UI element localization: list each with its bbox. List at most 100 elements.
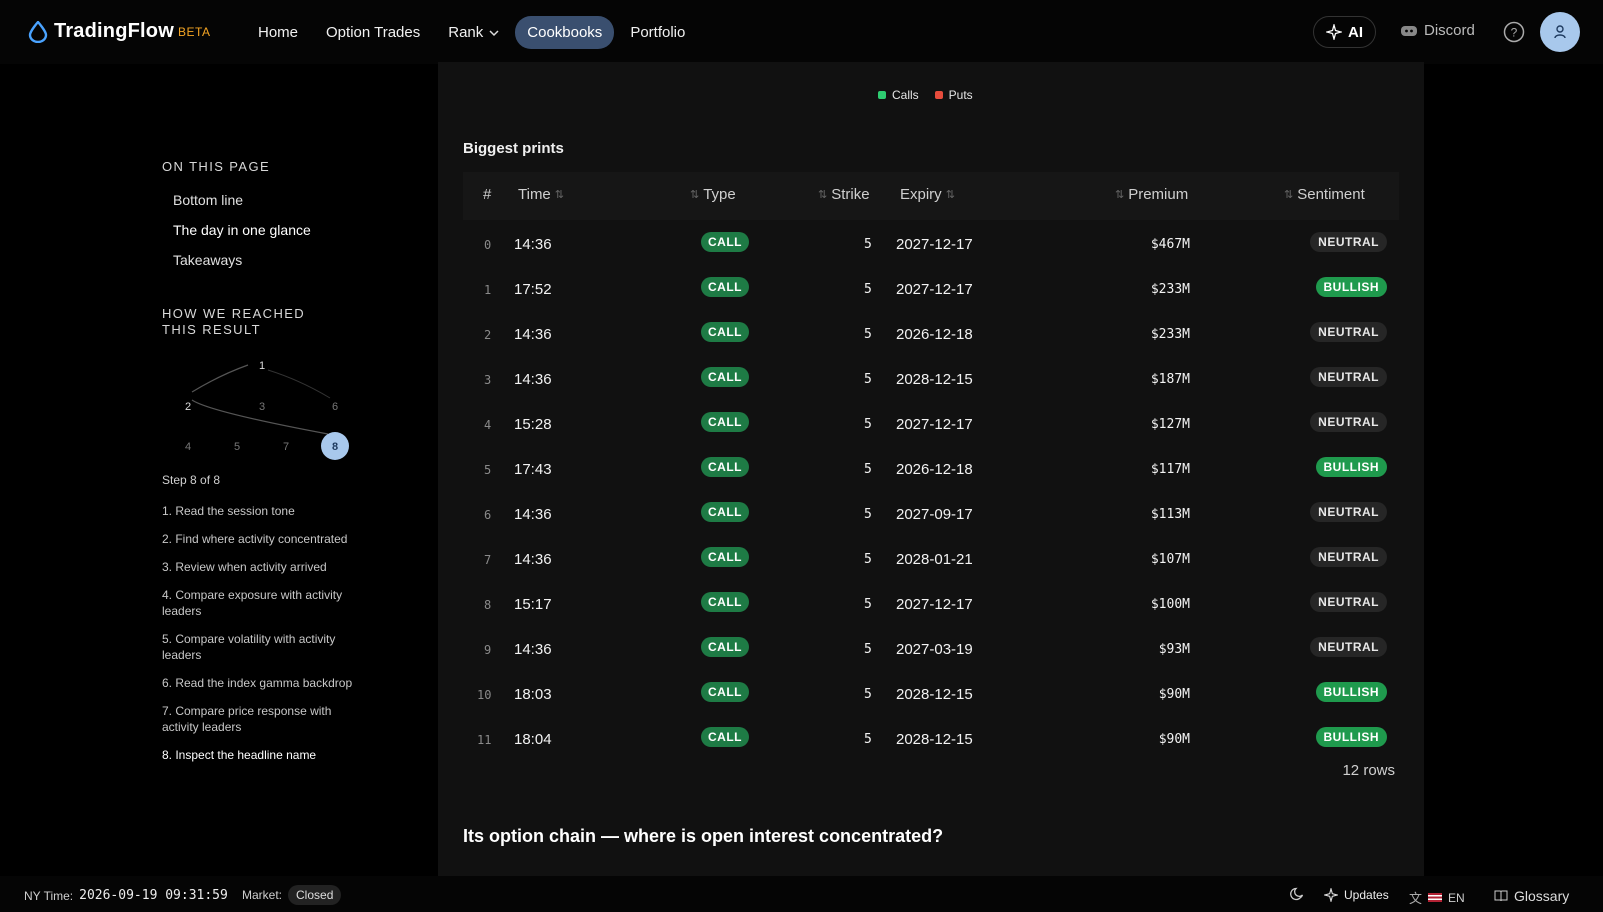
step-item[interactable]: 5. Compare volatility with activity lead…: [162, 631, 362, 663]
brand-name: TradingFlow: [54, 20, 174, 42]
updates-button[interactable]: Updates: [1324, 888, 1389, 902]
row-premium: $233M: [1150, 282, 1190, 297]
table-row[interactable]: 3 14:36 CALL 5 2028-12-15 $187M NEUTRAL: [463, 357, 1399, 402]
nav-home[interactable]: Home: [246, 16, 310, 49]
table-row[interactable]: 0 14:36 CALL 5 2027-12-17 $467M NEUTRAL: [463, 222, 1399, 267]
row-index: 10: [477, 688, 492, 702]
graph-node-5[interactable]: 5: [234, 441, 240, 453]
sentiment-badge: NEUTRAL: [1310, 502, 1387, 522]
col-header-type[interactable]: ⇅ Type: [690, 186, 736, 203]
market-status: Market: Closed: [242, 885, 342, 905]
table-header: # Time ⇅ ⇅ Type ⇅ Strike Expiry ⇅ ⇅ Premium ⇅…: [463, 172, 1399, 220]
row-premium: $100M: [1150, 597, 1190, 612]
user-avatar[interactable]: [1540, 12, 1580, 52]
glossary-button[interactable]: Glossary: [1494, 888, 1569, 904]
row-expiry: 2027-12-17: [896, 596, 973, 613]
graph-node-1[interactable]: 1: [259, 360, 265, 372]
sentiment-badge: BULLISH: [1315, 277, 1387, 297]
row-time: 17:43: [514, 461, 552, 478]
on-this-page-heading: ON THIS PAGE: [162, 159, 271, 174]
graph-node-7[interactable]: 7: [283, 441, 289, 453]
col-header-index: #: [483, 186, 492, 203]
table-row[interactable]: 10 18:03 CALL 5 2028-12-15 $90M BULLISH: [463, 672, 1399, 717]
main-nav: Home Option Trades Rank Cookbooks Portfo…: [246, 16, 697, 49]
table-row[interactable]: 8 15:17 CALL 5 2027-12-17 $100M NEUTRAL: [463, 582, 1399, 627]
col-header-strike[interactable]: ⇅ Strike: [818, 186, 870, 203]
row-time: 14:36: [514, 326, 552, 343]
table-row[interactable]: 2 14:36 CALL 5 2026-12-18 $233M NEUTRAL: [463, 312, 1399, 357]
step-item[interactable]: 3. Review when activity arrived: [162, 559, 362, 575]
row-premium: $187M: [1150, 372, 1190, 387]
discord-label: Discord: [1424, 22, 1475, 39]
row-strike: 5: [864, 237, 872, 252]
section-title-option-chain: Its option chain — where is open interes…: [463, 826, 944, 846]
brand-logo[interactable]: TradingFlow: [28, 20, 174, 43]
row-expiry: 2028-01-21: [896, 551, 973, 568]
toc-day-at-a-glance[interactable]: The day in one glance: [173, 222, 311, 238]
table-row[interactable]: 11 18:04 CALL 5 2028-12-15 $90M BULLISH: [463, 717, 1399, 762]
row-expiry: 2027-12-17: [896, 236, 973, 253]
step-item[interactable]: 1. Read the session tone: [162, 503, 362, 519]
table-row[interactable]: 1 17:52 CALL 5 2027-12-17 $233M BULLISH: [463, 267, 1399, 312]
how-we-reached-heading: HOW WE REACHED THIS RESULT: [162, 306, 306, 337]
nav-rank-dropdown[interactable]: Rank: [436, 16, 511, 49]
type-badge: CALL: [701, 637, 749, 657]
step-item[interactable]: 4. Compare exposure with activity leader…: [162, 587, 362, 619]
type-badge: CALL: [701, 457, 749, 477]
nav-option-trades[interactable]: Option Trades: [314, 16, 432, 49]
step-item[interactable]: 7. Compare price response with activity …: [162, 703, 362, 735]
ai-button[interactable]: AI: [1313, 16, 1376, 48]
nav-portfolio[interactable]: Portfolio: [618, 16, 697, 49]
sentiment-badge: NEUTRAL: [1310, 637, 1387, 657]
row-expiry: 2027-12-17: [896, 281, 973, 298]
col-header-expiry[interactable]: Expiry ⇅: [900, 186, 955, 203]
table-row[interactable]: 5 17:43 CALL 5 2026-12-18 $117M BULLISH: [463, 447, 1399, 492]
row-time: 17:52: [514, 281, 552, 298]
col-header-sentiment[interactable]: ⇅ Sentiment: [1284, 186, 1365, 203]
table-row[interactable]: 4 15:28 CALL 5 2027-12-17 $127M NEUTRAL: [463, 402, 1399, 447]
graph-node-4[interactable]: 4: [185, 441, 191, 453]
ny-time: NY Time: 2026-09-19 09:31:59: [24, 888, 228, 903]
type-badge: CALL: [701, 367, 749, 387]
graph-node-8[interactable]: 8: [332, 441, 338, 453]
graph-node-2[interactable]: 2: [185, 401, 191, 413]
row-premium: $107M: [1150, 552, 1190, 567]
moon-icon[interactable]: [1290, 887, 1304, 901]
language-selector[interactable]: 文 EN: [1409, 888, 1465, 907]
sentiment-badge: BULLISH: [1315, 682, 1387, 702]
discord-icon: [1401, 25, 1417, 36]
row-expiry: 2028-12-15: [896, 686, 973, 703]
sentiment-badge: NEUTRAL: [1310, 592, 1387, 612]
col-header-premium[interactable]: ⇅ Premium: [1115, 186, 1188, 203]
row-time: 18:03: [514, 686, 552, 703]
row-strike: 5: [864, 687, 872, 702]
step-item[interactable]: 2. Find where activity concentrated: [162, 531, 362, 547]
row-index: 7: [484, 553, 492, 567]
table-row[interactable]: 7 14:36 CALL 5 2028-01-21 $107M NEUTRAL: [463, 537, 1399, 582]
help-icon[interactable]: ?: [1503, 21, 1525, 43]
discord-link[interactable]: Discord: [1400, 22, 1475, 39]
toc-bottom-line[interactable]: Bottom line: [173, 192, 243, 208]
row-time: 14:36: [514, 641, 552, 658]
graph-node-3[interactable]: 3: [259, 401, 265, 413]
col-header-time[interactable]: Time ⇅: [518, 186, 564, 203]
nav-cookbooks[interactable]: Cookbooks: [515, 16, 615, 49]
nav-rank-label: Rank: [448, 24, 484, 41]
row-premium: $90M: [1158, 732, 1190, 747]
graph-node-6[interactable]: 6: [332, 401, 338, 413]
step-counter: Step 8 of 8: [162, 473, 221, 487]
type-badge: CALL: [701, 682, 749, 702]
step-item[interactable]: 6. Read the index gamma backdrop: [162, 675, 362, 691]
type-badge: CALL: [701, 412, 749, 432]
row-strike: 5: [864, 507, 872, 522]
table-row[interactable]: 6 14:36 CALL 5 2027-09-17 $113M NEUTRAL: [463, 492, 1399, 537]
sentiment-badge: NEUTRAL: [1310, 367, 1387, 387]
row-index: 11: [477, 733, 492, 747]
droplet-logo-icon: [28, 20, 48, 43]
step-item-active[interactable]: 8. Inspect the headline name: [162, 747, 362, 763]
row-premium: $127M: [1150, 417, 1190, 432]
row-premium: $467M: [1150, 237, 1190, 252]
table-row[interactable]: 9 14:36 CALL 5 2027-03-19 $93M NEUTRAL: [463, 627, 1399, 672]
row-time: 14:36: [514, 236, 552, 253]
toc-takeaways[interactable]: Takeaways: [173, 252, 242, 268]
